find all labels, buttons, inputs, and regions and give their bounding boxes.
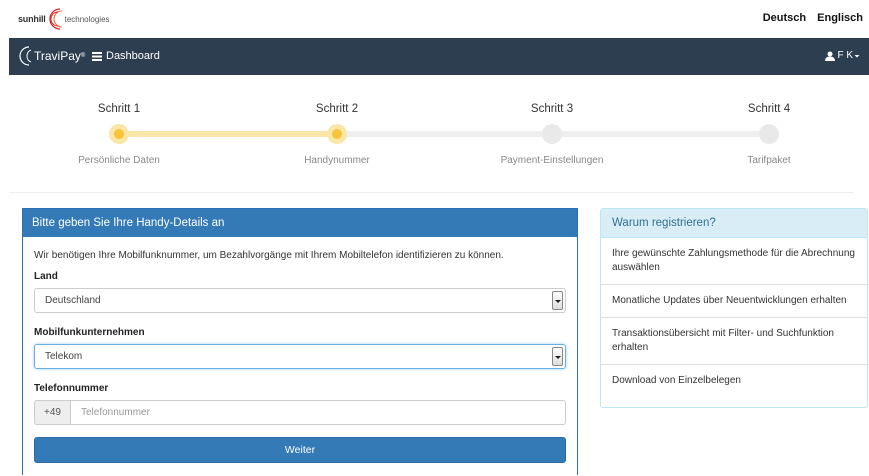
company-logo: sunhill technologies [18,8,110,30]
why-register-heading: Warum registrieren? [601,209,867,238]
phone-input-group: +49 [34,400,566,425]
logo-arc-icon [48,8,62,30]
progress-wizard: Schritt 1 Persönliche Daten Schritt 2 Ha… [9,95,869,175]
carrier-select[interactable]: Telekom [34,344,566,369]
dashboard-link[interactable]: Dashboard [92,50,160,62]
brand-name: TraviPay [34,49,81,63]
step-3-subtitle: Payment-Einstellungen [500,155,604,166]
navbar: TraviPay ® Dashboard F K [9,38,869,75]
list-item: Ihre gewünschte Zahlungsmethode für die … [601,238,867,285]
logo-technologies-text: technologies [64,14,110,24]
step-1-dot [109,124,129,144]
language-switcher: Deutsch Englisch [755,12,863,24]
country-label: Land [34,271,58,282]
why-register-panel: Warum registrieren? Ihre gewünschte Zahl… [600,208,868,408]
lang-deutsch-link[interactable]: Deutsch [763,12,806,24]
lang-englisch-link[interactable]: Englisch [817,12,863,24]
form-heading: Bitte geben Sie Ihre Handy-Details an [23,209,577,237]
step-3-dot [542,124,562,144]
list-item: Transaktionsübersicht mit Filter- und Su… [601,318,867,365]
step-4-dot [759,124,779,144]
form-intro-text: Wir benötigen Ihre Mobilfunknummer, um B… [34,250,504,261]
handy-details-panel: Bitte geben Sie Ihre Handy-Details an Wi… [22,208,578,475]
step-2-title: Schritt 2 [315,103,359,115]
travipay-logo-icon [19,46,31,66]
phone-prefix: +49 [34,400,70,425]
user-name: F K [837,50,853,61]
top-bar: sunhill technologies Deutsch Englisch [0,0,869,38]
caret-down-icon [854,54,860,57]
dashboard-label: Dashboard [106,50,160,62]
user-menu[interactable]: F K [825,50,863,61]
travipay-brand[interactable]: TraviPay ® [17,46,85,66]
step-2-dot [327,124,347,144]
step-2-subtitle: Handynummer [304,155,370,166]
step-1-title: Schritt 1 [97,103,141,115]
country-value: Deutschland [45,295,101,306]
carrier-value: Telekom [45,351,83,362]
form-body: Wir benötigen Ihre Mobilfunknummer, um B… [23,237,577,476]
step-1-subtitle: Persönliche Daten [78,155,160,166]
carrier-label: Mobilfunkunternehmen [34,327,145,338]
list-item: Monatliche Updates über Neuentwicklungen… [601,285,867,318]
continue-button[interactable]: Weiter [34,437,566,463]
step-4-title: Schritt 4 [747,103,791,115]
step-3-title: Schritt 3 [530,103,574,115]
section-divider [9,192,854,193]
progress-track-done [119,131,339,137]
logo-sunhill-text: sunhill [18,14,46,24]
list-icon [92,51,102,61]
list-item: Download von Einzelbelegen [612,375,741,386]
user-icon [825,51,836,61]
step-4-subtitle: Tarifpaket [747,155,791,166]
phone-label: Telefonnummer [34,383,109,394]
country-select[interactable]: Deutschland [34,288,566,313]
country-dropdown-arrow-icon[interactable] [552,291,563,310]
brand-registered-mark: ® [80,53,86,59]
carrier-dropdown-arrow-icon[interactable] [552,347,563,366]
phone-input[interactable] [70,400,566,425]
